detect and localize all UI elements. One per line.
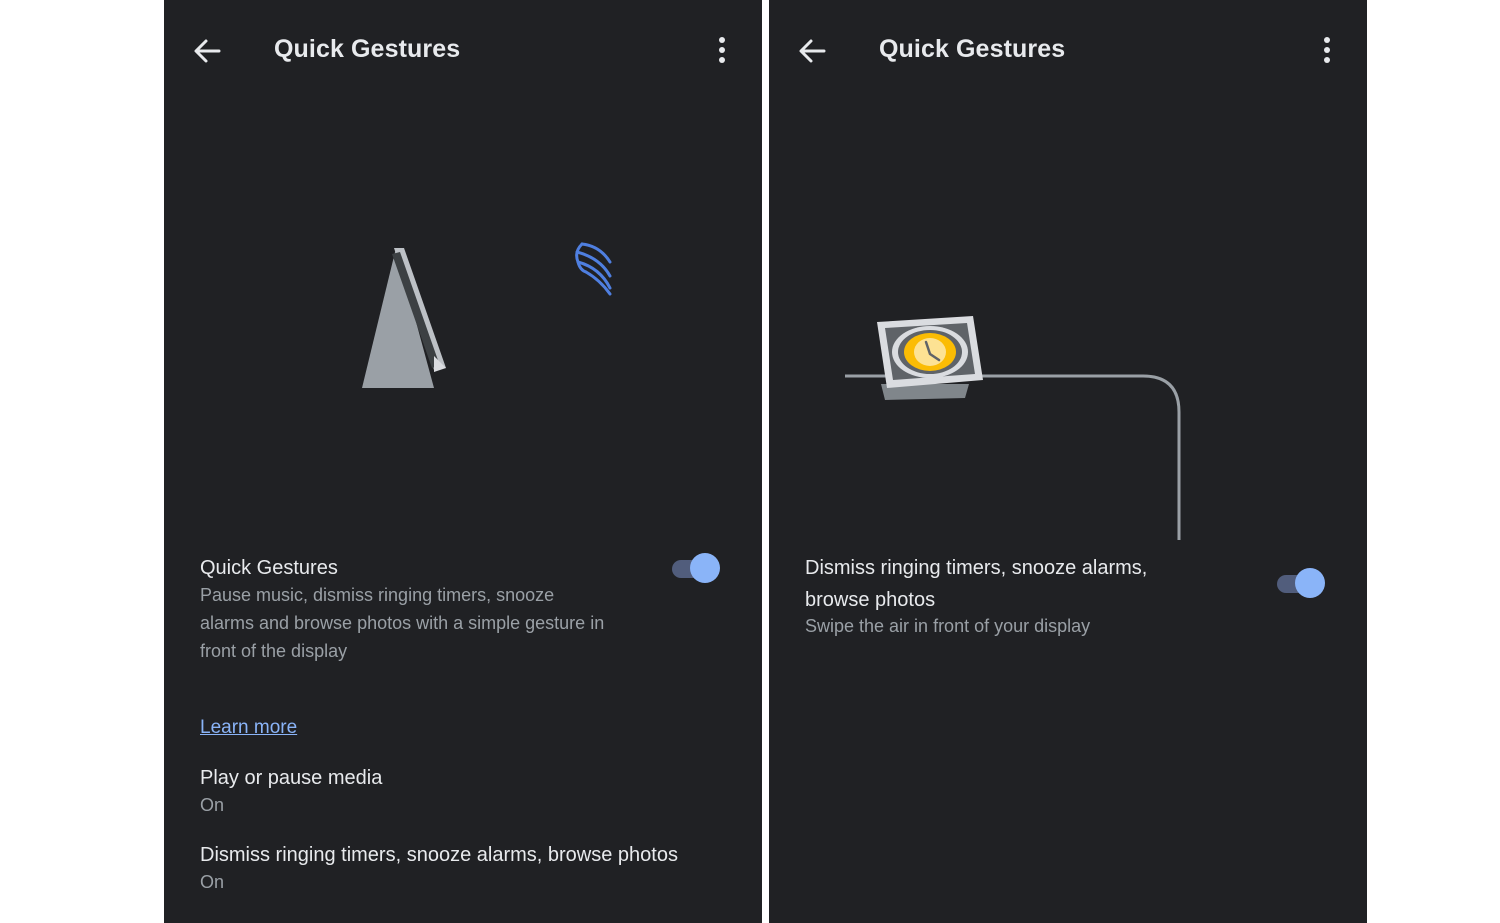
quick-gestures-description-line-3: front of the display: [200, 641, 348, 661]
nest-hub-device-icon: [362, 248, 446, 388]
quick-gestures-title: Quick Gestures: [200, 557, 338, 579]
alarm-clock-display-icon: [877, 316, 983, 400]
quick-gestures-description-line-1: Pause music, dismiss ringing timers, sno…: [200, 585, 555, 605]
dismiss-setting-title-line-1: Dismiss ringing timers, snooze alarms,: [805, 557, 1148, 579]
left-screen: Quick Gestures Quick Gestures Pause musi…: [164, 0, 762, 923]
right-screen: Quick Gestures Dismiss ringing timers, s…: [769, 0, 1367, 923]
item-title: Dismiss ringing timers, snooze alarms, b…: [200, 844, 678, 866]
quick-gestures-toggle[interactable]: [670, 551, 722, 585]
dismiss-setting-description: Swipe the air in front of your display: [805, 616, 1091, 636]
quick-gestures-description-line-2: alarms and browse photos with a simple g…: [200, 613, 605, 633]
toggle-thumb: [1295, 568, 1325, 598]
play-pause-media-item[interactable]: Play or pause media On: [200, 762, 740, 822]
dismiss-timers-item[interactable]: Dismiss ringing timers, snooze alarms, b…: [200, 839, 740, 899]
gesture-illustration: [362, 242, 612, 388]
dismiss-setting-toggle[interactable]: [1275, 566, 1327, 600]
alarm-illustration: [845, 316, 1181, 540]
item-status: On: [200, 872, 225, 892]
item-status: On: [200, 795, 225, 815]
item-title: Play or pause media: [200, 767, 383, 789]
learn-more-link[interactable]: Learn more: [200, 717, 297, 739]
hand-wave-icon: [575, 242, 612, 296]
toggle-thumb: [690, 553, 720, 583]
